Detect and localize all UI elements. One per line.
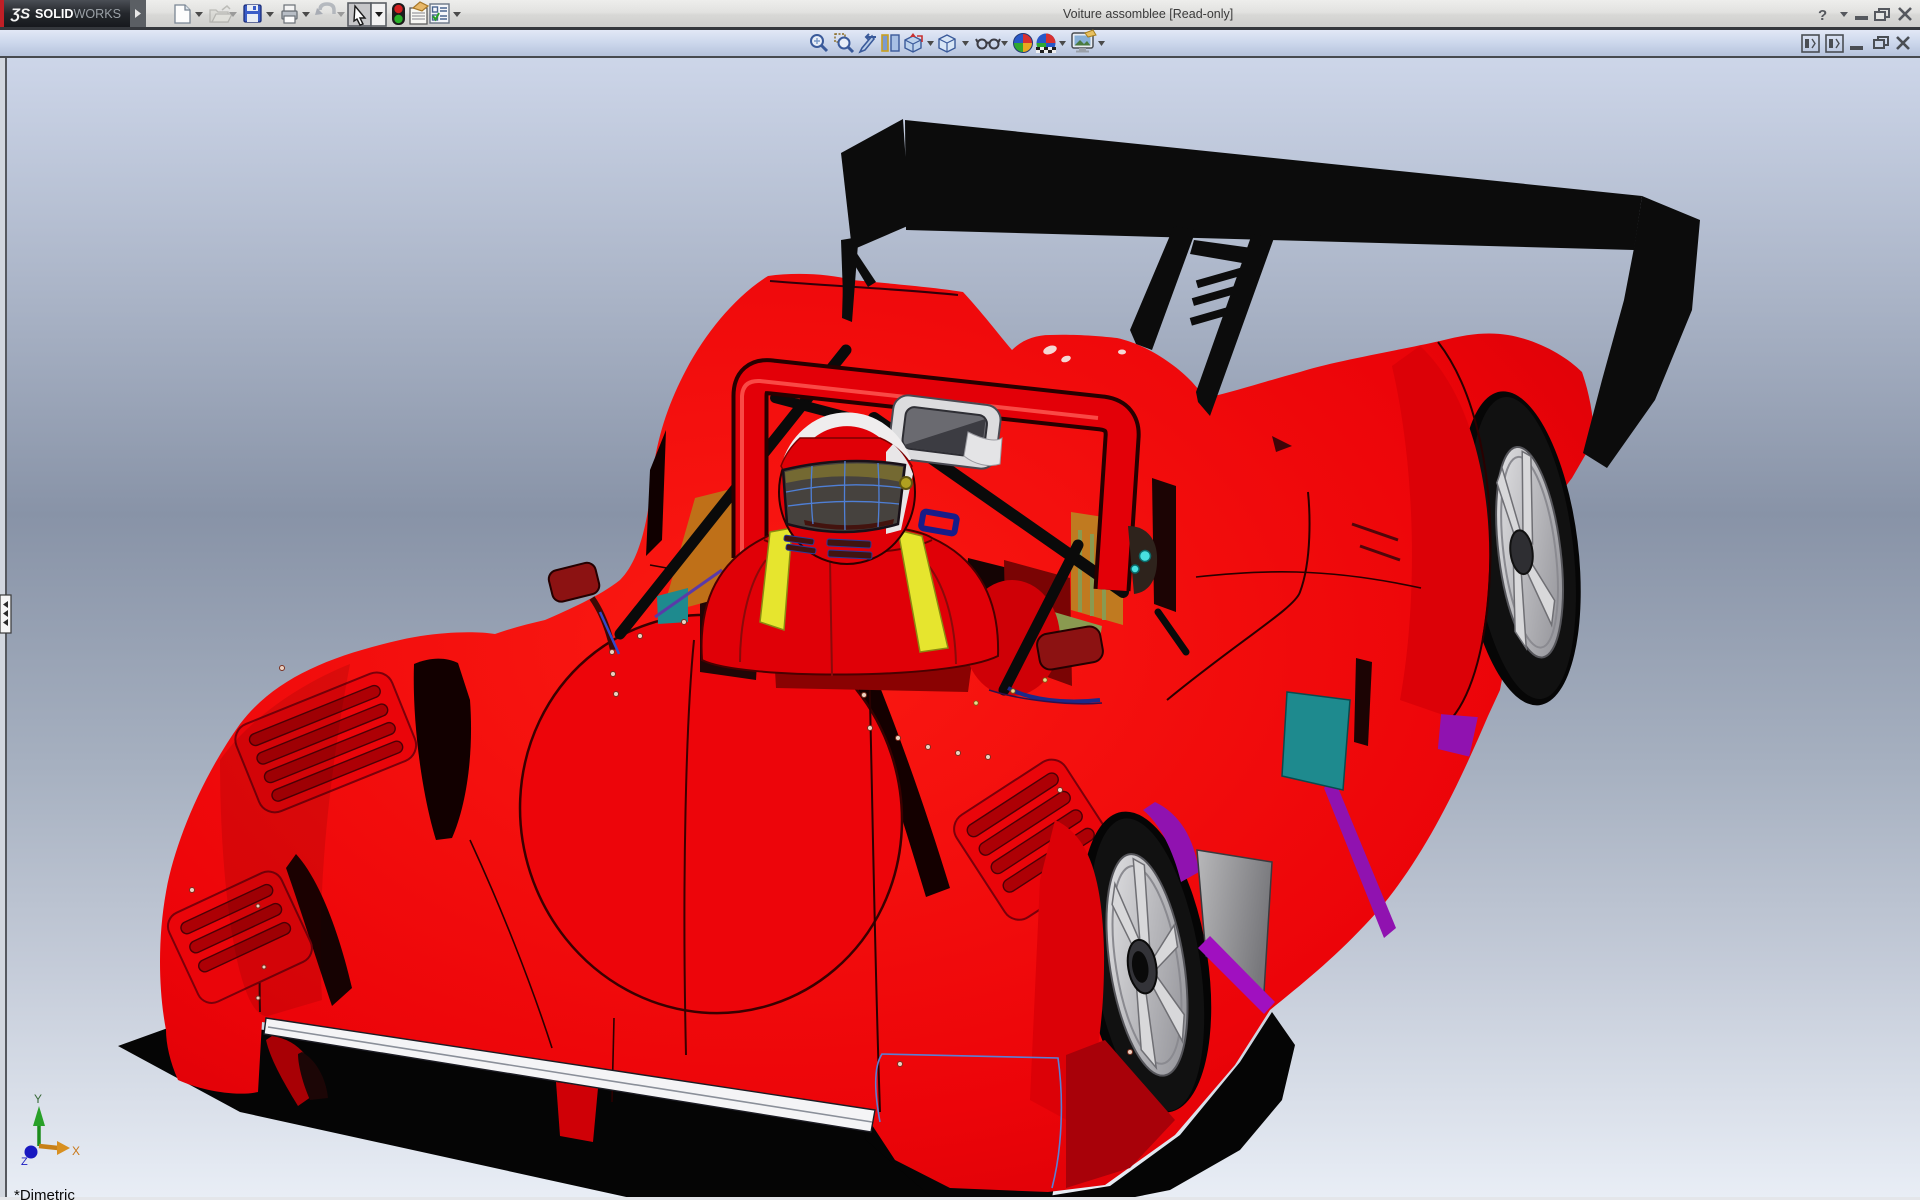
svg-text:SOLIDWORKS: SOLIDWORKS [35,7,121,21]
svg-text:Z: Z [21,1156,28,1168]
svg-text:?: ? [1818,7,1827,24]
svg-text:Voiture assomblee [Read-only]: Voiture assomblee [Read-only] [1063,7,1233,21]
svg-text:ƷS: ƷS [10,6,30,23]
svg-text:Y: Y [34,1092,42,1106]
svg-text:*Dimetric: *Dimetric [14,1187,75,1200]
svg-text:X: X [72,1144,80,1158]
